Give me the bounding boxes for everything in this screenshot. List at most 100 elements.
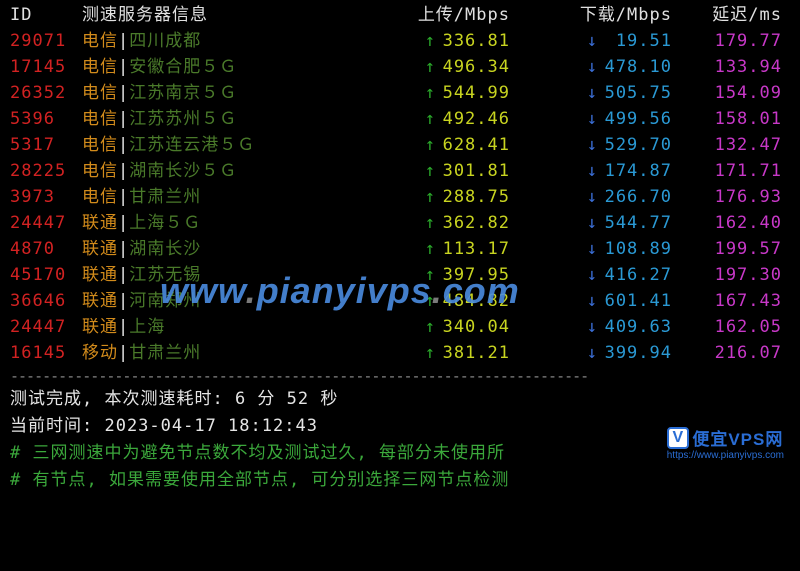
table-row: 36646联通|河南郑州↑484.82↓601.41167.43 — [0, 288, 800, 314]
cell-id: 29071 — [10, 28, 82, 54]
cell-separator: | — [118, 106, 129, 132]
download-value: 266.70 — [602, 184, 672, 210]
upload-value: 496.34 — [440, 54, 510, 80]
cell-separator: | — [118, 314, 129, 340]
cell-server: 电信|江苏连云港５Ｇ — [82, 132, 350, 158]
arrow-down-icon: ↓ — [587, 210, 598, 236]
cell-id: 3973 — [10, 184, 82, 210]
cell-server: 联通|上海５Ｇ — [82, 210, 350, 236]
table-row: 24447联通|上海５Ｇ↑362.82↓544.77162.40 — [0, 210, 800, 236]
note-line-2: # 有节点, 如果需要使用全部节点, 可分别选择三网节点检测 — [0, 467, 800, 494]
cell-latency: 158.01 — [672, 106, 782, 132]
cell-location: 江苏南京５Ｇ — [129, 80, 237, 106]
download-value: 544.77 — [602, 210, 672, 236]
table-row: 4870联通|湖南长沙↑113.17↓108.89199.57 — [0, 236, 800, 262]
cell-latency: 133.94 — [672, 54, 782, 80]
arrow-up-icon: ↑ — [425, 106, 436, 132]
cell-download: ↓544.77 — [510, 210, 672, 236]
arrow-down-icon: ↓ — [587, 314, 598, 340]
cell-isp: 联通 — [82, 210, 118, 236]
cell-location: 湖南长沙 — [129, 236, 201, 262]
table-row: 29071电信|四川成都↑336.81↓19.51179.77 — [0, 28, 800, 54]
table-row: 17145电信|安徽合肥５Ｇ↑496.34↓478.10133.94 — [0, 54, 800, 80]
cell-separator: | — [118, 262, 129, 288]
cell-isp: 联通 — [82, 262, 118, 288]
cell-isp: 移动 — [82, 340, 118, 366]
header-latency: 延迟/ms — [672, 2, 782, 28]
cell-server: 电信|安徽合肥５Ｇ — [82, 54, 350, 80]
table-row: 26352电信|江苏南京５Ｇ↑544.99↓505.75154.09 — [0, 80, 800, 106]
badge-top: V 便宜VPS网 — [667, 425, 783, 450]
cell-isp: 电信 — [82, 158, 118, 184]
cell-server: 电信|湖南长沙５Ｇ — [82, 158, 350, 184]
download-value: 399.94 — [602, 340, 672, 366]
arrow-up-icon: ↑ — [425, 314, 436, 340]
cell-latency: 216.07 — [672, 340, 782, 366]
cell-separator: | — [118, 132, 129, 158]
badge-v-icon: V — [667, 427, 689, 449]
download-value: 409.63 — [602, 314, 672, 340]
download-value: 505.75 — [602, 80, 672, 106]
arrow-up-icon: ↑ — [425, 262, 436, 288]
arrow-down-icon: ↓ — [587, 288, 598, 314]
upload-value: 362.82 — [440, 210, 510, 236]
arrow-down-icon: ↓ — [587, 262, 598, 288]
cell-latency: 154.09 — [672, 80, 782, 106]
arrow-down-icon: ↓ — [587, 340, 598, 366]
arrow-down-icon: ↓ — [587, 132, 598, 158]
cell-latency: 176.93 — [672, 184, 782, 210]
arrow-down-icon: ↓ — [587, 106, 598, 132]
cell-isp: 电信 — [82, 54, 118, 80]
cell-separator: | — [118, 28, 129, 54]
cell-download: ↓19.51 — [510, 28, 672, 54]
cell-id: 5317 — [10, 132, 82, 158]
download-value: 174.87 — [602, 158, 672, 184]
cell-id: 24447 — [10, 314, 82, 340]
cell-latency: 167.43 — [672, 288, 782, 314]
cell-upload: ↑381.21 — [350, 340, 510, 366]
table-row: 24447联通|上海↑340.04↓409.63162.05 — [0, 314, 800, 340]
cell-isp: 联通 — [82, 288, 118, 314]
cell-server: 联通|湖南长沙 — [82, 236, 350, 262]
cell-upload: ↑397.95 — [350, 262, 510, 288]
cell-server: 电信|甘肃兰州 — [82, 184, 350, 210]
cell-isp: 联通 — [82, 314, 118, 340]
cell-download: ↓499.56 — [510, 106, 672, 132]
cell-server: 电信|江苏南京５Ｇ — [82, 80, 350, 106]
cell-separator: | — [118, 80, 129, 106]
table-row: 28225电信|湖南长沙５Ｇ↑301.81↓174.87171.71 — [0, 158, 800, 184]
table-row: 3973电信|甘肃兰州↑288.75↓266.70176.93 — [0, 184, 800, 210]
badge-url: https://www.pianyivps.com — [667, 450, 784, 461]
status-complete: 测试完成, 本次测速耗时: 6 分 52 秒 — [0, 386, 800, 413]
cell-download: ↓108.89 — [510, 236, 672, 262]
table-row: 5317电信|江苏连云港５Ｇ↑628.41↓529.70132.47 — [0, 132, 800, 158]
cell-isp: 电信 — [82, 28, 118, 54]
cell-download: ↓478.10 — [510, 54, 672, 80]
download-value: 601.41 — [602, 288, 672, 314]
cell-upload: ↑336.81 — [350, 28, 510, 54]
cell-separator: | — [118, 54, 129, 80]
cell-server: 移动|甘肃兰州 — [82, 340, 350, 366]
upload-value: 113.17 — [440, 236, 510, 262]
cell-download: ↓416.27 — [510, 262, 672, 288]
cell-upload: ↑340.04 — [350, 314, 510, 340]
cell-separator: | — [118, 288, 129, 314]
cell-upload: ↑492.46 — [350, 106, 510, 132]
cell-id: 28225 — [10, 158, 82, 184]
cell-server: 联通|江苏无锡 — [82, 262, 350, 288]
cell-upload: ↑628.41 — [350, 132, 510, 158]
header-server: 测速服务器信息 — [82, 2, 350, 28]
arrow-up-icon: ↑ — [425, 288, 436, 314]
cell-separator: | — [118, 236, 129, 262]
upload-value: 340.04 — [440, 314, 510, 340]
arrow-up-icon: ↑ — [425, 236, 436, 262]
cell-download: ↓505.75 — [510, 80, 672, 106]
cell-location: 江苏苏州５Ｇ — [129, 106, 237, 132]
table-header: ID 测速服务器信息 上传/Mbps 下载/Mbps 延迟/ms — [0, 2, 800, 28]
cell-separator: | — [118, 158, 129, 184]
cell-server: 联通|河南郑州 — [82, 288, 350, 314]
cell-server: 电信|四川成都 — [82, 28, 350, 54]
upload-value: 628.41 — [440, 132, 510, 158]
cell-upload: ↑484.82 — [350, 288, 510, 314]
arrow-down-icon: ↓ — [587, 236, 598, 262]
